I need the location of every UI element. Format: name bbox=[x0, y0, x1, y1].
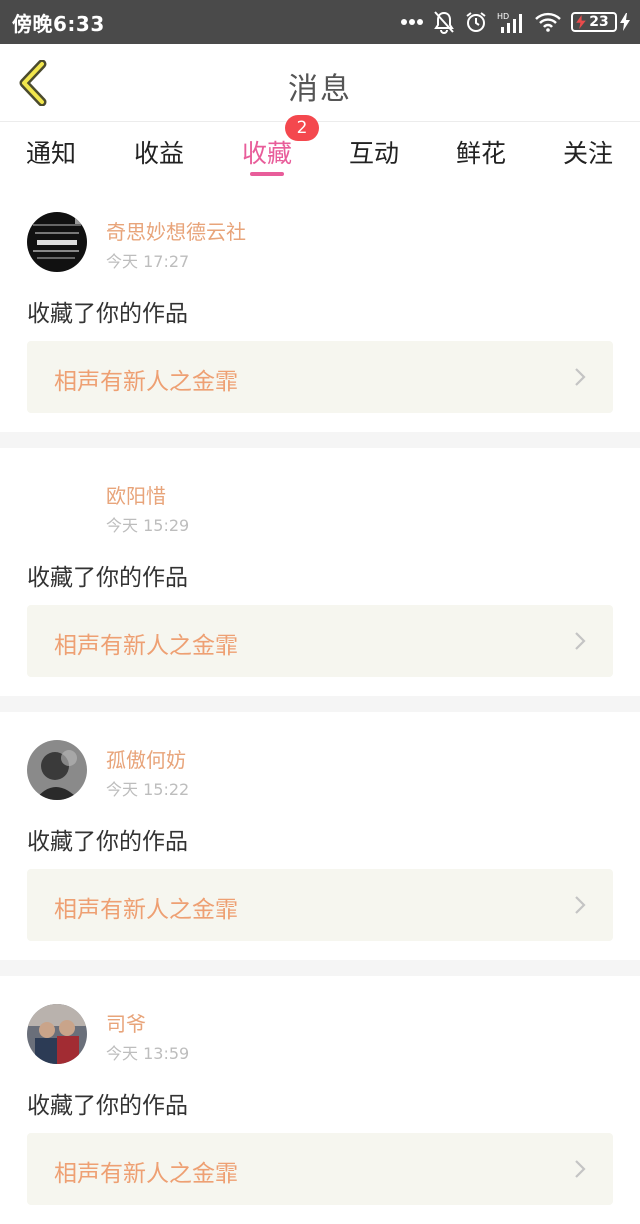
tab-favorites[interactable]: 收藏 bbox=[242, 134, 292, 170]
message-time: 今天 13:59 bbox=[106, 1044, 190, 1063]
work-title: 相声有新人之金霏 bbox=[54, 633, 238, 659]
battery-charging-bolt-icon bbox=[576, 15, 586, 29]
avatar[interactable] bbox=[27, 212, 87, 272]
tab-follows[interactable]: 关注 bbox=[563, 134, 613, 170]
battery-level: 23 bbox=[589, 14, 609, 30]
message-feed: 奇思妙想德云社 今天 17:27 收藏了你的作品 相声有新人之金霏 欧阳惜 今天… bbox=[0, 184, 640, 1224]
chevron-right-icon bbox=[575, 896, 586, 914]
message-time: 今天 15:22 bbox=[106, 780, 190, 799]
avatar-group-photo-image bbox=[27, 1004, 87, 1064]
action-text: 收藏了你的作品 bbox=[27, 301, 188, 327]
wifi-icon bbox=[535, 12, 561, 32]
alarm-icon bbox=[466, 12, 486, 32]
status-time: 傍晚6:33 bbox=[12, 11, 105, 36]
tab-bar: 通知 收益 收藏 互动 鲜花 关注 bbox=[0, 122, 640, 184]
avatar[interactable] bbox=[27, 476, 87, 536]
card-divider bbox=[0, 960, 640, 976]
chevron-right-icon bbox=[575, 368, 586, 386]
svg-text:HD: HD bbox=[497, 12, 509, 21]
message-card: 奇思妙想德云社 今天 17:27 收藏了你的作品 相声有新人之金霏 bbox=[0, 184, 640, 432]
avatar-portrait-image bbox=[27, 740, 87, 800]
work-title: 相声有新人之金霏 bbox=[54, 369, 238, 395]
work-title: 相声有新人之金霏 bbox=[54, 1161, 238, 1187]
action-text: 收藏了你的作品 bbox=[27, 565, 188, 591]
card-divider bbox=[0, 432, 640, 448]
user-name[interactable]: 司爷 bbox=[106, 1008, 146, 1037]
status-bar: 傍晚6:33 HD 23 bbox=[0, 0, 640, 44]
tab-notifications[interactable]: 通知 bbox=[26, 134, 76, 170]
avatar[interactable] bbox=[27, 1004, 87, 1064]
tab-flowers[interactable]: 鲜花 bbox=[456, 134, 506, 170]
work-link[interactable]: 相声有新人之金霏 bbox=[27, 341, 613, 413]
action-text: 收藏了你的作品 bbox=[27, 1093, 188, 1119]
tab-interactions[interactable]: 互动 bbox=[349, 134, 399, 170]
avatar[interactable] bbox=[27, 740, 87, 800]
more-dots-icon bbox=[401, 19, 423, 25]
chevron-right-icon bbox=[575, 1160, 586, 1178]
work-link[interactable]: 相声有新人之金霏 bbox=[27, 869, 613, 941]
work-link[interactable]: 相声有新人之金霏 bbox=[27, 1133, 613, 1205]
card-divider bbox=[0, 696, 640, 712]
user-name[interactable]: 欧阳惜 bbox=[106, 480, 166, 509]
work-title: 相声有新人之金霏 bbox=[54, 897, 238, 923]
charging-icon bbox=[620, 13, 630, 31]
bell-off-icon bbox=[434, 11, 454, 34]
app-header: 消息 bbox=[0, 44, 640, 122]
action-text: 收藏了你的作品 bbox=[27, 829, 188, 855]
status-icons: HD 23 bbox=[401, 10, 630, 34]
user-name[interactable]: 奇思妙想德云社 bbox=[106, 216, 246, 245]
user-name[interactable]: 孤傲何妨 bbox=[106, 744, 186, 773]
work-link[interactable]: 相声有新人之金霏 bbox=[27, 605, 613, 677]
message-card: 司爷 今天 13:59 收藏了你的作品 相声有新人之金霏 bbox=[0, 976, 640, 1224]
avatar-calligraphy-image bbox=[27, 212, 87, 272]
tab-earnings[interactable]: 收益 bbox=[134, 134, 184, 170]
favorites-count-badge: 2 bbox=[285, 115, 319, 141]
chevron-right-icon bbox=[575, 632, 586, 650]
message-card: 欧阳惜 今天 15:29 收藏了你的作品 相声有新人之金霏 bbox=[0, 448, 640, 696]
hd-signal-icon: HD bbox=[497, 12, 522, 33]
message-time: 今天 17:27 bbox=[106, 252, 190, 271]
message-card: 孤傲何妨 今天 15:22 收藏了你的作品 相声有新人之金霏 bbox=[0, 712, 640, 960]
battery-icon: 23 bbox=[571, 12, 630, 32]
page-title: 消息 bbox=[288, 72, 352, 107]
active-tab-indicator bbox=[250, 172, 284, 176]
message-time: 今天 15:29 bbox=[106, 516, 190, 535]
